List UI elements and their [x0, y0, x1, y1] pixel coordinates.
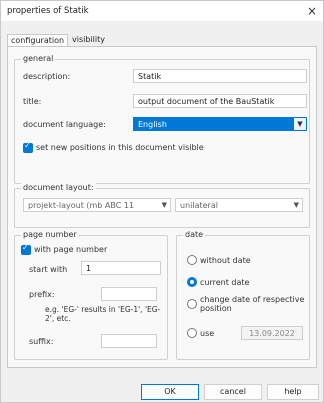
prefix-hint: e.g. 'EG-' results in 'EG-1', 'EG-2', et…	[45, 305, 161, 323]
layout-select-value: projekt-layout (mb ABC 11	[28, 201, 135, 210]
close-icon[interactable]: ×	[307, 4, 317, 18]
title-field[interactable]: output document of the BauStatik	[133, 94, 307, 108]
with-page-number-checkbox[interactable]: ✓	[21, 243, 31, 255]
ok-button[interactable]: OK	[141, 384, 199, 400]
description-label: description:	[23, 72, 71, 81]
general-group: general description: Statik title: outpu…	[14, 54, 310, 184]
suffix-field[interactable]	[101, 334, 157, 348]
use-date-radio[interactable]	[187, 328, 197, 338]
document-layout-legend: document layout:	[21, 183, 96, 192]
properties-dialog: properties of Statik × configuration vis…	[0, 0, 324, 403]
set-visible-checkbox[interactable]: ✓	[23, 141, 33, 153]
change-date-radio[interactable]	[187, 299, 197, 309]
chevron-down-icon[interactable]: ▼	[293, 117, 307, 131]
document-layout-group: document layout: projekt-layout (mb ABC …	[14, 183, 310, 228]
checkmark-icon: ✓	[22, 243, 29, 252]
chevron-down-icon: ▼	[293, 201, 299, 209]
date-legend: date	[183, 230, 206, 239]
sides-select-value: unilateral	[180, 201, 218, 210]
without-date-radio[interactable]	[187, 255, 197, 265]
change-date-label: change date of respective position	[200, 295, 305, 313]
suffix-label: suffix:	[29, 337, 54, 346]
chevron-down-icon: ▼	[161, 201, 167, 209]
without-date-label: without date	[200, 256, 251, 265]
title-label: title:	[23, 97, 42, 106]
layout-select[interactable]: projekt-layout (mb ABC 11 ▼	[23, 198, 171, 212]
current-date-label: current date	[200, 278, 250, 287]
start-with-label: start with	[29, 265, 68, 274]
start-with-field[interactable]: 1	[81, 261, 161, 275]
page-number-group: page number ✓ with page number start wit…	[14, 230, 168, 360]
date-group: date without date current date change da…	[176, 230, 310, 360]
description-field[interactable]: Statik	[133, 69, 307, 83]
prefix-label: prefix:	[29, 290, 55, 299]
prefix-field[interactable]	[101, 287, 157, 301]
sides-select[interactable]: unilateral ▼	[175, 198, 303, 212]
configuration-panel: general description: Statik title: outpu…	[7, 46, 317, 368]
with-page-number-label: with page number	[34, 245, 108, 254]
set-visible-label: set new positions in this document visib…	[36, 143, 204, 152]
window-title: properties of Statik	[7, 6, 89, 16]
document-language-select[interactable]: English	[133, 117, 293, 131]
title-bar: properties of Statik ×	[1, 1, 323, 21]
help-button[interactable]: help	[267, 384, 319, 400]
checkmark-icon: ✓	[24, 141, 31, 150]
current-date-radio[interactable]	[187, 277, 197, 287]
document-language-label: document language:	[23, 120, 106, 129]
use-date-label: use	[200, 329, 215, 338]
use-date-field[interactable]: 13.09.2022	[241, 326, 303, 340]
general-legend: general	[21, 54, 56, 63]
page-number-legend: page number	[21, 230, 79, 239]
tab-visibility[interactable]: visibility	[69, 34, 108, 46]
cancel-button[interactable]: cancel	[204, 384, 262, 400]
